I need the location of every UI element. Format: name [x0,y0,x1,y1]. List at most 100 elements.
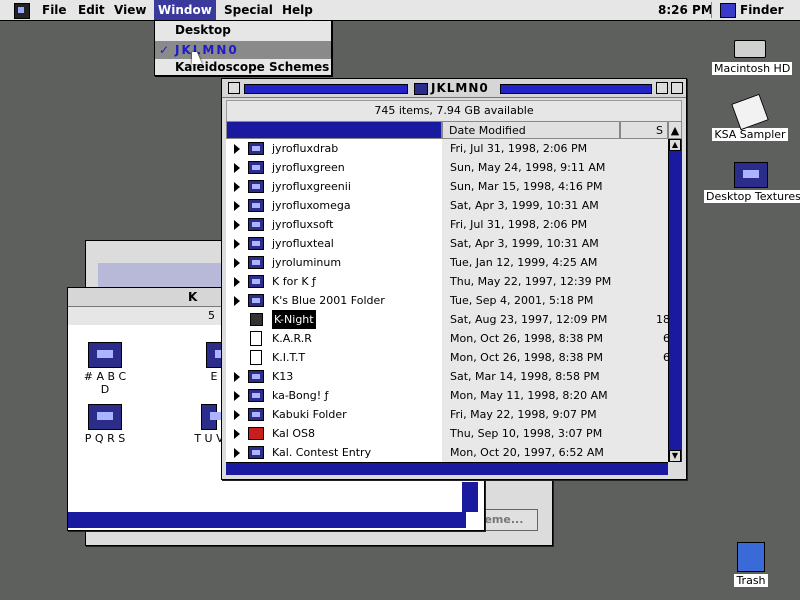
list-item[interactable]: jyrofluxgreen Sun, May 24, 1998, 9:11 AM [226,158,668,177]
menu-clock[interactable]: 8:26 PM [654,0,717,20]
desktop-icon-ksa-sampler[interactable]: KSA Sampler [712,93,788,141]
item-size: 64 [663,332,668,345]
disclosure-triangle-icon[interactable] [234,372,240,382]
menu-help[interactable]: Help [278,0,317,20]
window-menu-item-desktop[interactable]: Desktop [155,21,331,39]
close-box-icon[interactable] [228,82,240,94]
folder-icon [734,162,768,188]
disclosure-triangle-icon[interactable] [234,429,240,439]
disclosure-triangle-icon[interactable] [234,163,240,173]
zoom-box-icon[interactable] [656,82,668,94]
list-item[interactable]: K.A.R.R Mon, Oct 26, 1998, 8:38 PM 64 [226,329,668,348]
folder-icon [248,237,264,250]
trash-icon [737,542,765,572]
menu-file[interactable]: File [38,0,71,20]
disclosure-triangle-icon[interactable] [234,410,240,420]
disclosure-triangle-icon[interactable] [234,391,240,401]
item-date: Tue, Sep 4, 2001, 5:18 PM [450,294,594,307]
list-item[interactable]: K.I.T.T Mon, Oct 26, 1998, 8:38 PM 60 [226,348,668,367]
item-name: K-Night [272,310,316,329]
menu-app-finder[interactable]: Finder [736,0,788,20]
vertical-scrollbar[interactable]: ▲ ▼ [668,139,682,462]
window-title-text: JKLMN0 [431,81,489,95]
menu-window[interactable]: Window [154,0,216,20]
item-name: jyroluminum [272,256,342,269]
disclosure-triangle-icon[interactable] [234,239,240,249]
item-date: Mon, Oct 20, 1997, 6:52 AM [450,446,604,459]
desktop-icon-desktop-textures[interactable]: Desktop Textures [704,162,800,203]
list-item[interactable]: Kal. Contest Entry Mon, Oct 20, 1997, 6:5… [226,443,668,462]
list-item[interactable]: jyrofluxdrab Fri, Jul 31, 1998, 2:06 PM [226,139,668,158]
list-item[interactable]: jyrofluxomega Sat, Apr 3, 1999, 10:31 AM [226,196,668,215]
menu-special[interactable]: Special [220,0,277,20]
list-item[interactable]: jyroluminum Tue, Jan 12, 1999, 4:25 AM [226,253,668,272]
disclosure-triangle-icon[interactable] [234,144,240,154]
list-item[interactable]: K for K ƒ Thu, May 22, 1997, 12:39 PM [226,272,668,291]
title-bar[interactable]: JKLMN0 [222,79,686,98]
list-item[interactable]: jyrofluxgreenii Sun, Mar 15, 1998, 4:16 P… [226,177,668,196]
collapse-box-icon[interactable] [671,82,683,94]
disclosure-triangle-icon[interactable] [234,296,240,306]
window-menu-item-kaleidoscope[interactable]: Kaleidoscope Schemes [155,58,331,76]
list-item[interactable]: Kal OS8 Thu, Sep 10, 1998, 3:07 PM [226,424,668,443]
disclosure-triangle-icon[interactable] [234,258,240,268]
folder-icon [248,161,264,174]
list-item[interactable]: jyrofluxsoft Fri, Jul 31, 1998, 2:06 PM [226,215,668,234]
desktop-icon-trash[interactable]: Trash [722,542,780,587]
window-menu-item-label: JKLMN0 [175,43,239,57]
list-item[interactable]: K13 Sat, Mar 14, 1998, 8:58 PM [226,367,668,386]
item-size: 60 [663,351,668,364]
desktop-icon-macintosh-hd[interactable]: Macintosh HD [712,40,793,75]
list-item[interactable]: Kabuki Folder Fri, May 22, 1998, 9:07 PM [226,405,668,424]
apple-menu-icon[interactable] [14,3,30,19]
system-folder-icon [248,427,264,440]
horizontal-scrollbar[interactable] [68,512,466,528]
folder-pqrs[interactable]: P Q R S [78,404,132,445]
folder-tuv[interactable]: T U V [194,404,226,445]
horizontal-scrollbar[interactable] [226,462,668,475]
desktop-icon-label: Trash [734,574,768,587]
folder-abcd[interactable]: # A B C D [78,342,132,396]
scroll-up-arrow-icon[interactable]: ▲ [669,139,681,151]
finder-icon [720,3,736,18]
item-name: jyrofluxgreenii [272,180,351,193]
vertical-scrollbar[interactable] [462,482,478,512]
column-header-date[interactable]: Date Modified [442,121,620,139]
list-item[interactable]: ka-Bong! ƒ Mon, May 11, 1998, 8:20 AM [226,386,668,405]
folder-icon [248,446,264,459]
item-name: jyrofluxsoft [272,218,334,231]
folder-label: T U V [194,432,224,445]
item-name: K for K ƒ [272,275,316,288]
item-name: Kal. Contest Entry [272,446,372,459]
desktop-icon-label: Desktop Textures [704,190,800,203]
disclosure-triangle-icon[interactable] [234,277,240,287]
scroll-down-arrow-icon[interactable]: ▼ [669,450,681,462]
item-date: Tue, Jan 12, 1999, 4:25 AM [450,256,598,269]
list-item[interactable]: jyrofluxteal Sat, Apr 3, 1999, 10:31 AM [226,234,668,253]
folder-icon [88,404,122,430]
column-header-name[interactable]: Name [226,121,442,139]
item-date: Sun, May 24, 1998, 9:11 AM [450,161,606,174]
menu-edit[interactable]: Edit [74,0,109,20]
sort-direction-icon[interactable]: ▲ [668,121,682,139]
list-item[interactable]: K-Night Sat, Aug 23, 1997, 12:09 PM 184 [226,310,668,329]
main-window-jklmn0[interactable]: JKLMN0 745 items, 7.94 GB available Name… [221,78,687,480]
sampler-document-icon [731,93,769,131]
column-header-size[interactable]: S [620,121,668,139]
desktop-icon-label: KSA Sampler [712,128,788,141]
list-item[interactable]: K's Blue 2001 Folder Tue, Sep 4, 2001, 5:… [226,291,668,310]
folder-label: # A B C D [83,370,127,396]
disclosure-triangle-icon[interactable] [234,220,240,230]
menu-view[interactable]: View [110,0,150,20]
folder-icon [248,256,264,269]
item-date: Sat, Apr 3, 1999, 10:31 AM [450,237,599,250]
folder-icon [248,142,264,155]
disclosure-triangle-icon[interactable] [234,182,240,192]
item-name: K.A.R.R [272,332,312,345]
disclosure-triangle-icon[interactable] [234,448,240,458]
item-size: 184 [656,313,668,326]
disclosure-triangle-icon[interactable] [234,201,240,211]
window-menu-item-jklmn0[interactable]: ✓ JKLMN0 [155,41,331,59]
hard-drive-icon [734,40,766,58]
item-date: Thu, May 22, 1997, 12:39 PM [450,275,612,288]
